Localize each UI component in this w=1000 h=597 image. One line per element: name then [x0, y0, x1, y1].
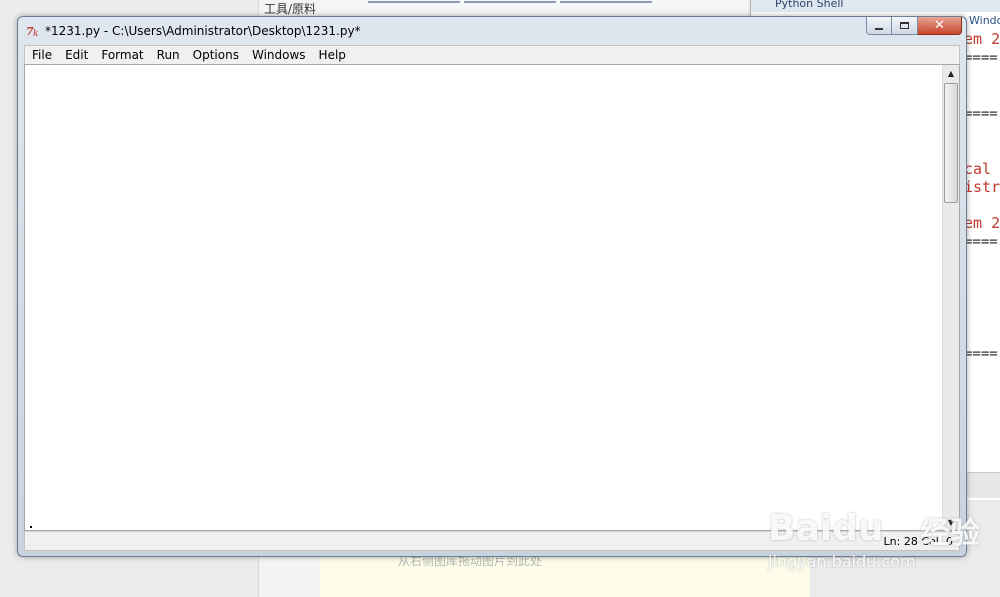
menu-windows[interactable]: Windows [245, 47, 312, 64]
background-drop-area [320, 555, 810, 597]
menu-options[interactable]: Options [186, 47, 245, 64]
shell-line: istr [964, 178, 1000, 196]
scroll-down-icon[interactable]: ▼ [943, 514, 959, 530]
menu-bar: File Edit Format Run Options Windows Hel… [24, 45, 960, 64]
close-button[interactable]: ✕ [918, 17, 962, 35]
python-shell-title: Python Shell [751, 0, 1000, 12]
maximize-button[interactable] [892, 17, 918, 35]
title-bar[interactable]: 7 k *1231.py - C:\Users\Administrator\De… [18, 17, 966, 45]
menu-help[interactable]: Help [312, 47, 352, 64]
status-bar: Ln: 28 Col: 0 [24, 531, 960, 551]
cursor-position: Ln: 28 Col: 0 [883, 535, 953, 548]
text-cursor [30, 526, 32, 528]
shell-separator: ==== [964, 50, 998, 66]
tool-panel-label: 工具/原料 [264, 2, 317, 16]
code-editor[interactable]: ▲ ▼ [24, 64, 960, 531]
window-controls: ✕ [866, 17, 962, 37]
scroll-up-icon[interactable]: ▲ [943, 65, 959, 81]
vertical-scrollbar[interactable]: ▲ ▼ [942, 65, 959, 530]
menu-edit[interactable]: Edit [58, 47, 94, 64]
shell-line: em 2 [964, 214, 1000, 232]
minimize-button[interactable] [866, 17, 892, 35]
shell-status-area [964, 472, 1000, 498]
shell-line: cal [964, 160, 992, 178]
shell-separator: ==== [964, 234, 998, 250]
editor-window[interactable]: 7 k *1231.py - C:\Users\Administrator\De… [17, 16, 967, 557]
shell-separator: ==== [964, 346, 998, 362]
minimize-icon [875, 27, 883, 30]
python-shell-caption: Windo [969, 14, 1000, 27]
shell-line: em 2 [964, 30, 1000, 48]
window-title: *1231.py - C:\Users\Administrator\Deskto… [45, 24, 361, 38]
menu-format[interactable]: Format [94, 47, 149, 64]
menu-run[interactable]: Run [150, 47, 186, 64]
python-idle-icon: 7 k [26, 25, 38, 38]
menu-file[interactable]: File [25, 47, 58, 64]
maximize-icon [900, 22, 909, 29]
shell-separator: ==== [964, 106, 998, 122]
svg-text:k: k [33, 29, 38, 38]
scroll-thumb[interactable] [944, 83, 958, 203]
close-icon: ✕ [934, 18, 945, 33]
